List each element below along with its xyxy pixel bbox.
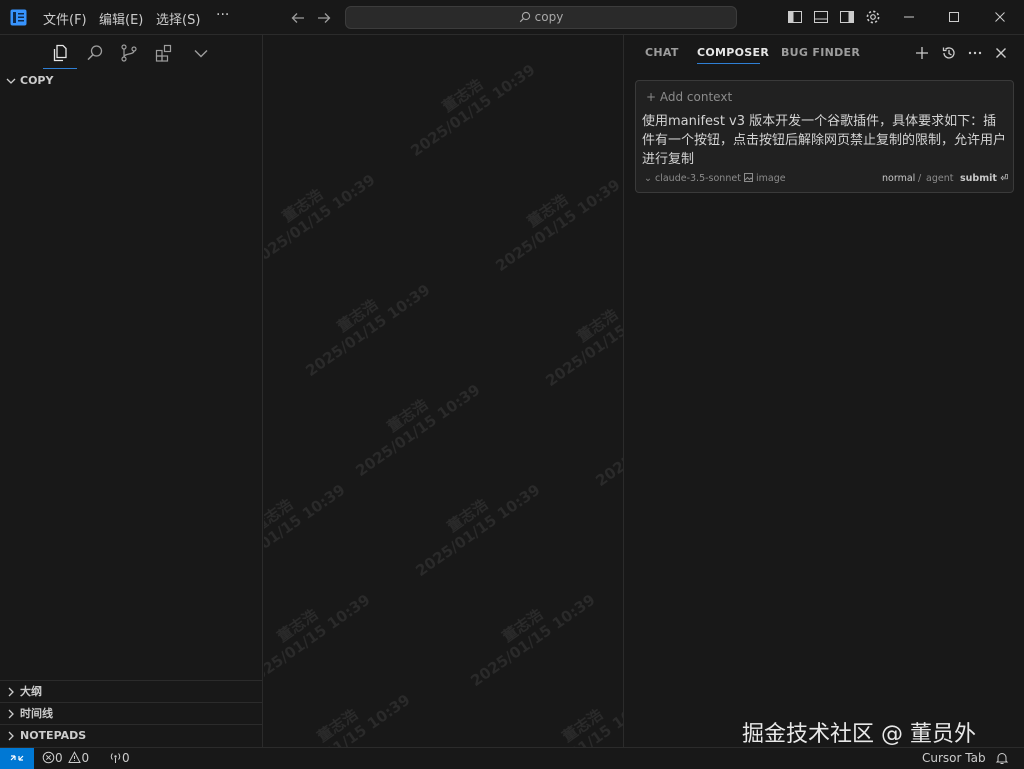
menu-selection[interactable]: 选择(S) [154,8,202,29]
search-icon[interactable] [85,43,105,63]
back-arrow-icon[interactable] [290,10,306,26]
source-control-icon[interactable] [119,43,139,63]
chevron-right-icon [8,709,14,719]
mode-separator: / [918,173,922,184]
editor-watermark: 董志浩2025/01/15 10:39 [302,280,434,381]
outline-section-header[interactable]: 大纲 [0,680,262,702]
composer-input-box[interactable]: + Add context 使用manifest v3 版本开发一个谷歌插件，具… [635,80,1014,193]
primary-sidebar: COPY 大纲 时间线 NOTEPADS [0,35,263,747]
search-icon [519,11,530,23]
enter-key-icon: ⏎ [1000,173,1009,184]
tab-chat[interactable]: CHAT [645,46,679,59]
problems-status[interactable]: 0 0 [42,750,89,766]
chevron-down-icon: ⌄ [644,173,652,184]
history-icon[interactable] [941,45,957,61]
settings-gear-icon[interactable] [865,9,881,25]
chevron-down-icon[interactable] [191,43,211,63]
cursor-app-icon [10,9,27,26]
editor-watermark: 董志浩2025/01/15 10:39 [592,391,624,491]
tab-bug-finder[interactable]: BUG FINDER [781,46,860,59]
error-count: 0 [55,751,63,765]
submit-label: submit [960,173,997,184]
add-context-button[interactable]: + Add context [646,90,732,104]
extensions-icon[interactable] [154,43,174,63]
close-panel-icon[interactable] [993,45,1009,61]
menu-file[interactable]: 文件(F) [41,8,89,29]
juejin-watermark: 掘金技术社区 @ 董员外 [742,722,976,747]
editor-watermark: 董志浩2025/01/15 10:39 [352,380,484,481]
ports-status[interactable]: 0 [109,750,130,766]
menu-more-button[interactable]: ··· [214,6,231,24]
editor-watermark: 董志浩2025/01/15 10:39 [527,690,624,747]
explorer-folder-header[interactable]: COPY [0,70,262,92]
warning-icon [68,751,82,763]
notepads-label: NOTEPADS [20,729,87,742]
editor-watermark: 董志浩2025/01/15 10:39 [264,170,379,271]
image-attach-button[interactable]: image [744,173,786,184]
editor-watermark: 董志浩2025/01/15 10:39 [412,480,544,581]
editor-watermark: 董志浩2025/01/15 10:39 [282,690,414,747]
editor-watermark: 董志浩2025/01/15 10:39 [407,60,539,161]
toggle-primary-sidebar-icon[interactable] [787,9,803,25]
broadcast-icon [110,753,121,763]
model-selector[interactable]: ⌄ claude-3.5-sonnet [644,173,741,184]
forward-arrow-icon[interactable] [316,10,332,26]
folder-name: COPY [20,74,54,87]
toggle-secondary-sidebar-icon[interactable] [839,9,855,25]
chevron-down-icon [6,78,16,84]
remote-icon [10,755,24,761]
timeline-label: 时间线 [20,707,53,720]
new-composer-plus-icon[interactable] [914,45,930,61]
editor-watermark: 董志浩2025/01/15 10:39 [542,291,624,391]
notepads-section-header[interactable]: NOTEPADS [0,724,262,746]
command-center-text: copy [534,10,564,24]
chevron-right-icon [8,731,14,741]
editor-watermark: 董志浩2025/01/15 10:39 [264,590,374,691]
editor-area: 董志浩 2025/01/15 10:39 董志浩 2025/01/15 10:39 … [264,35,624,747]
remote-connection-button[interactable] [0,748,34,769]
editor-watermark: 董志浩2025/01/15 10:39 [264,480,349,581]
composer-prompt-text[interactable]: 使用manifest v3 版本开发一个谷歌插件，具体要求如下：插件有一个按钮，… [642,112,1008,169]
editor-watermark: 董志浩2025/01/15 10:39 [492,175,624,276]
editor-watermark: 董志浩2025/01/15 10:39 [467,590,599,691]
command-center-search[interactable]: copy [345,6,737,29]
chevron-right-icon [8,687,14,697]
ports-count: 0 [122,751,130,765]
image-label: image [756,173,786,184]
timeline-section-header[interactable]: 时间线 [0,702,262,724]
maximize-icon[interactable] [947,10,961,24]
toggle-panel-icon[interactable] [813,9,829,25]
model-name: claude-3.5-sonnet [655,173,741,184]
error-icon [42,751,55,764]
title-bar: 文件(F) 编辑(E) 选择(S) ··· copy [0,0,1024,35]
ai-panel: CHAT COMPOSER BUG FINDER + Add context 使… [625,35,1024,747]
image-icon [744,173,753,182]
close-window-icon[interactable] [993,10,1007,24]
explorer-files-icon[interactable] [50,43,70,63]
tab-composer[interactable]: COMPOSER [697,46,769,59]
notifications-bell-icon[interactable] [995,751,1009,765]
menu-edit[interactable]: 编辑(E) [97,8,145,29]
mode-normal[interactable]: normal [882,173,915,184]
minimize-icon[interactable] [902,10,916,24]
cursor-tab-status[interactable]: Cursor Tab [922,750,986,766]
outline-label: 大纲 [20,685,42,698]
mode-agent[interactable]: agent [926,173,953,184]
status-bar: 0 0 0 Cursor Tab [0,747,1024,769]
active-view-indicator [43,68,77,69]
submit-button[interactable]: submit ⏎ [960,173,1008,184]
more-options-icon[interactable] [967,45,983,61]
active-tab-indicator [697,63,760,64]
warning-count: 0 [81,751,90,765]
